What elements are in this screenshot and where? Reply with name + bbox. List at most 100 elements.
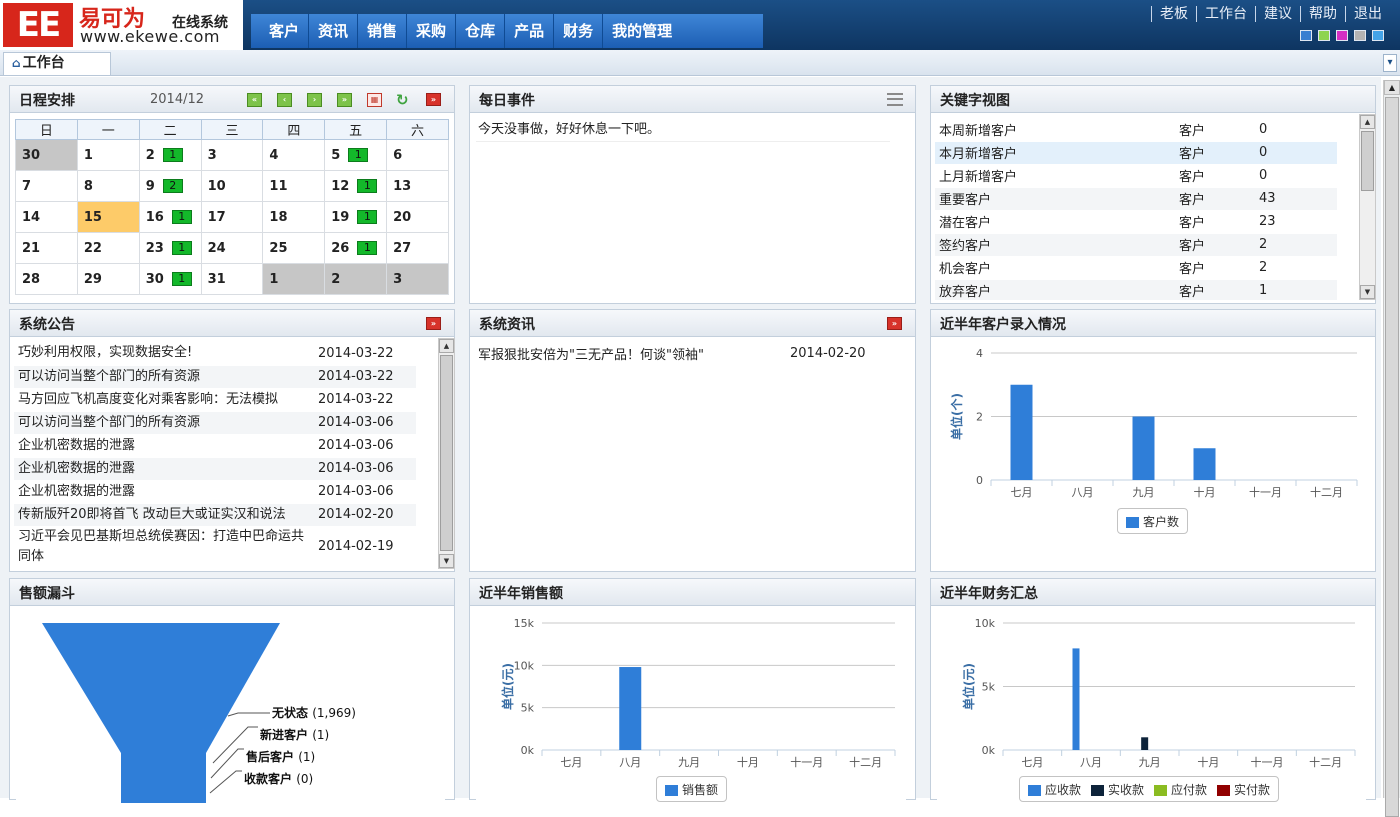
- chart-legend[interactable]: 应收款 实收款 应付款 实付款: [1019, 776, 1280, 802]
- legend-item[interactable]: 实收款: [1091, 781, 1144, 798]
- table-row[interactable]: 潜在客户 客户 23: [935, 210, 1337, 234]
- calendar-icon[interactable]: ▦: [367, 93, 382, 107]
- calendar-day[interactable]: 7: [15, 170, 78, 202]
- funnel-stage-rest[interactable]: [121, 753, 206, 803]
- page-scrollbar[interactable]: ▲: [1383, 80, 1400, 817]
- next-year-icon[interactable]: »: [337, 93, 352, 107]
- theme-swatch[interactable]: [1336, 30, 1348, 41]
- calendar-day[interactable]: 19 1: [324, 201, 388, 233]
- prev-year-icon[interactable]: «: [247, 93, 262, 107]
- more-icon[interactable]: »: [887, 317, 902, 330]
- event-count-badge[interactable]: 2: [162, 179, 183, 193]
- link-suggest[interactable]: 建议: [1255, 6, 1300, 22]
- theme-swatch[interactable]: [1372, 30, 1384, 41]
- table-row[interactable]: 企业机密数据的泄露 2014-03-06: [14, 457, 416, 481]
- link-help[interactable]: 帮助: [1300, 6, 1345, 22]
- table-row[interactable]: 企业机密数据的泄露 2014-03-06: [14, 434, 416, 458]
- event-count-badge[interactable]: 1: [162, 148, 183, 162]
- nav-item-sales[interactable]: 销售: [358, 14, 408, 48]
- event-count-badge[interactable]: 1: [357, 241, 378, 255]
- calendar-day[interactable]: 10: [200, 170, 264, 202]
- event-count-badge[interactable]: 1: [171, 241, 192, 255]
- calendar-day[interactable]: 30: [15, 139, 78, 171]
- event-count-badge[interactable]: 1: [357, 179, 378, 193]
- scroll-thumb[interactable]: [440, 355, 453, 551]
- calendar-day[interactable]: 22: [76, 232, 140, 264]
- notice-title-cell[interactable]: 巧妙利用权限，实现数据安全!: [14, 342, 314, 366]
- calendar-day[interactable]: 13: [386, 170, 449, 202]
- scroll-up-icon[interactable]: ▲: [1360, 115, 1375, 129]
- calendar-day[interactable]: 23 1: [138, 232, 202, 264]
- nav-item-products[interactable]: 产品: [505, 14, 555, 48]
- table-row[interactable]: 上月新增客户 客户 0: [935, 164, 1337, 188]
- legend-item[interactable]: 应付款: [1154, 781, 1207, 798]
- calendar-day[interactable]: 17: [200, 201, 264, 233]
- table-row[interactable]: 可以访问当整个部门的所有资源 2014-03-06: [14, 411, 416, 435]
- bar[interactable]: [1132, 416, 1155, 481]
- notice-title-cell[interactable]: 企业机密数据的泄露: [14, 480, 314, 504]
- scroll-up-icon[interactable]: ▲: [439, 339, 454, 353]
- collapse-toggle-icon[interactable]: ▾: [1383, 54, 1397, 72]
- scroll-up-icon[interactable]: ▲: [1384, 80, 1400, 95]
- calendar-day[interactable]: 1: [262, 263, 326, 295]
- calendar-day[interactable]: 14: [15, 201, 78, 233]
- legend-item[interactable]: 应收款: [1028, 781, 1081, 798]
- notice-title-cell[interactable]: 企业机密数据的泄露: [14, 457, 314, 481]
- next-month-icon[interactable]: ›: [307, 93, 322, 107]
- calendar-day[interactable]: 24: [200, 232, 264, 264]
- nav-item-customers[interactable]: 客户: [251, 14, 310, 48]
- table-row[interactable]: 军报狠批安倍为"三无产品！何谈"领袖" 2014-02-20: [474, 342, 892, 366]
- table-row[interactable]: 放弃客户 客户 1: [935, 279, 1337, 300]
- table-row[interactable]: 企业机密数据的泄露 2014-03-06: [14, 480, 416, 504]
- calendar-day[interactable]: 3: [386, 263, 449, 295]
- event-count-badge[interactable]: 1: [357, 210, 378, 224]
- table-row[interactable]: 马方回应飞机高度变化对乘客影响：无法模拟 2014-03-22: [14, 388, 416, 412]
- notice-title-cell[interactable]: 企业机密数据的泄露: [14, 434, 314, 458]
- more-icon[interactable]: »: [426, 93, 441, 106]
- notice-scrollbar[interactable]: ▲ ▼: [438, 338, 455, 569]
- nav-item-finance[interactable]: 财务: [554, 14, 604, 48]
- tab-workbench[interactable]: ⌂ 工作台: [3, 52, 111, 75]
- theme-swatch[interactable]: [1354, 30, 1366, 41]
- link-logout[interactable]: 退出: [1345, 6, 1390, 22]
- table-row[interactable]: 巧妙利用权限，实现数据安全! 2014-03-22: [14, 342, 416, 366]
- table-row[interactable]: 重要客户 客户 43: [935, 187, 1337, 211]
- chart-legend[interactable]: 销售额: [656, 776, 728, 802]
- calendar-day[interactable]: 15: [76, 201, 140, 233]
- notice-title-cell[interactable]: 可以访问当整个部门的所有资源: [14, 411, 314, 435]
- scroll-down-icon[interactable]: ▼: [1360, 285, 1375, 299]
- list-icon[interactable]: [887, 93, 903, 106]
- legend-item[interactable]: 客户数: [1126, 513, 1179, 530]
- bar[interactable]: [1072, 648, 1080, 750]
- notice-title-cell[interactable]: 习近平会见巴基斯坦总统侯赛因：打造中巴命运共同体: [14, 526, 314, 568]
- table-row[interactable]: 习近平会见巴基斯坦总统侯赛因：打造中巴命运共同体 2014-02-19: [14, 526, 416, 568]
- calendar-day[interactable]: 2: [324, 263, 388, 295]
- table-row[interactable]: 本月新增客户 客户 0: [935, 141, 1337, 165]
- prev-month-icon[interactable]: ‹: [277, 93, 292, 107]
- table-row[interactable]: 机会客户 客户 2: [935, 256, 1337, 280]
- notice-title-cell[interactable]: 马方回应飞机高度变化对乘客影响：无法模拟: [14, 388, 314, 412]
- bar[interactable]: [1010, 384, 1033, 480]
- scroll-thumb[interactable]: [1385, 97, 1399, 817]
- scroll-thumb[interactable]: [1361, 131, 1374, 191]
- notice-title-cell[interactable]: 传新版歼20即将首飞 改动巨大或证实汉和说法: [14, 503, 314, 527]
- keyword-scrollbar[interactable]: ▲ ▼: [1359, 114, 1376, 300]
- chart-legend[interactable]: 客户数: [1117, 508, 1189, 534]
- calendar-day[interactable]: 51: [324, 139, 388, 171]
- nav-item-my-management[interactable]: 我的管理: [603, 14, 681, 48]
- calendar-day[interactable]: 21: [138, 139, 202, 171]
- legend-item[interactable]: 销售额: [665, 781, 718, 798]
- table-row[interactable]: 签约客户 客户 2: [935, 233, 1337, 257]
- calendar-day[interactable]: 6: [386, 139, 449, 171]
- nav-item-news[interactable]: 资讯: [309, 14, 359, 48]
- bar[interactable]: [619, 667, 642, 750]
- notice-title-cell[interactable]: 可以访问当整个部门的所有资源: [14, 365, 314, 389]
- funnel-stage-none[interactable]: [42, 623, 280, 753]
- legend-item[interactable]: 实付款: [1217, 781, 1270, 798]
- bar[interactable]: [1141, 737, 1149, 750]
- event-count-badge[interactable]: 1: [348, 148, 369, 162]
- calendar-day[interactable]: 1: [76, 139, 140, 171]
- theme-swatch[interactable]: [1300, 30, 1312, 41]
- table-row[interactable]: 本周新增客户 客户 0: [935, 118, 1337, 142]
- calendar-day[interactable]: 28: [15, 263, 78, 295]
